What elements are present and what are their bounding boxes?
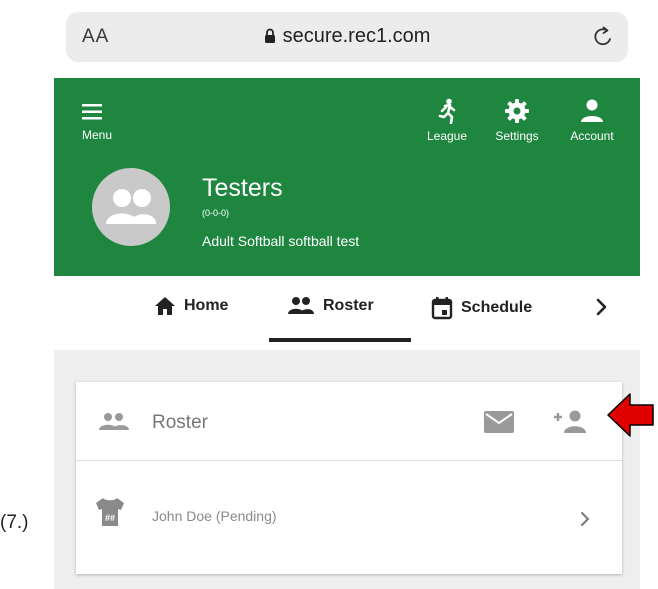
roster-card-title: Roster: [152, 412, 208, 433]
svg-text:##: ##: [105, 513, 115, 523]
hamburger-icon: [82, 104, 102, 120]
account-label: Account: [570, 129, 614, 143]
phone-screen: AA secure.rec1.com Menu League Settings …: [54, 0, 640, 589]
roster-card-header: Roster: [76, 382, 622, 461]
calendar-icon: [431, 297, 453, 320]
step-label: (7.): [0, 512, 29, 533]
tab-roster[interactable]: Roster: [287, 296, 374, 316]
roster-card: Roster ## John Doe (Pending): [76, 382, 622, 574]
settings-label: Settings: [495, 129, 539, 143]
group-icon: [99, 413, 129, 430]
menu-label: Menu: [82, 128, 113, 142]
team-header: Menu League Settings Account Testers (0-…: [54, 78, 640, 276]
league-button[interactable]: League: [421, 98, 473, 143]
add-person-icon: [554, 410, 586, 433]
chevron-right-icon: [581, 512, 589, 526]
gear-icon: [505, 99, 529, 123]
lock-icon: [264, 26, 276, 49]
jersey-icon: ##: [96, 498, 124, 526]
tab-schedule-label: Schedule: [461, 299, 533, 316]
runner-icon: [438, 98, 456, 125]
team-league: Adult Softball softball test: [202, 233, 360, 249]
tab-home-label: Home: [184, 297, 229, 314]
url-text: secure.rec1.com: [282, 25, 431, 47]
member-name: John Doe (Pending): [152, 508, 277, 524]
account-button[interactable]: Account: [559, 98, 625, 143]
menu-button[interactable]: Menu: [82, 103, 122, 142]
tab-schedule[interactable]: Schedule: [431, 296, 532, 320]
settings-button[interactable]: Settings: [486, 98, 548, 143]
group-icon: [106, 189, 156, 224]
tab-home[interactable]: Home: [154, 296, 228, 316]
active-tab-indicator: [269, 338, 411, 342]
tab-bar: Home Roster Schedule: [54, 276, 640, 344]
person-icon: [581, 99, 603, 122]
url-display[interactable]: secure.rec1.com: [66, 25, 628, 49]
league-label: League: [426, 129, 468, 143]
add-player-button[interactable]: [554, 410, 588, 439]
team-name: Testers: [202, 174, 283, 202]
envelope-icon: [484, 411, 514, 433]
tabs-next-button[interactable]: [596, 298, 608, 316]
group-icon: [288, 297, 314, 314]
content-area: Roster ## John Doe (Pending): [54, 350, 640, 589]
email-roster-button[interactable]: [484, 411, 514, 438]
reload-icon[interactable]: [590, 24, 616, 55]
roster-member-row[interactable]: ## John Doe (Pending): [76, 461, 622, 573]
team-avatar: [92, 168, 170, 246]
chevron-right-icon: [596, 298, 607, 316]
tab-roster-label: Roster: [323, 297, 374, 314]
team-record: (0-0-0): [202, 208, 230, 218]
address-bar[interactable]: AA secure.rec1.com: [66, 12, 628, 62]
red-arrow-annotation: [607, 393, 654, 437]
home-icon: [155, 297, 175, 315]
